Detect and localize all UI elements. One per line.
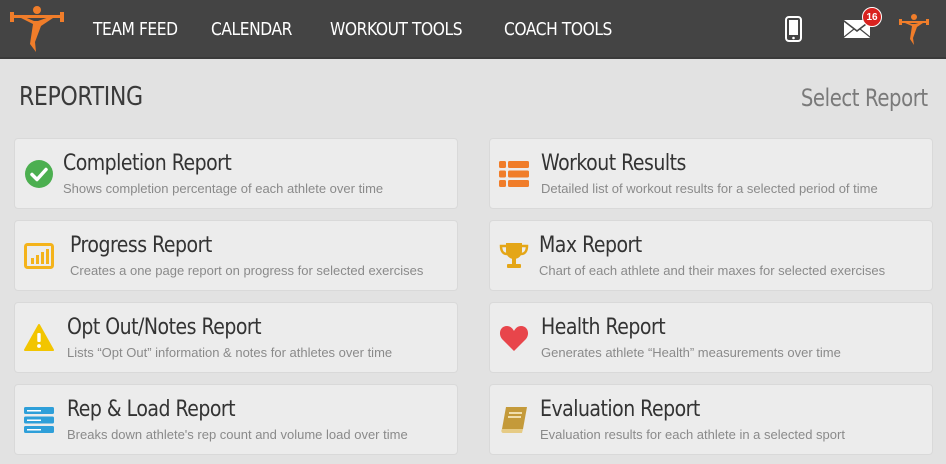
card-description: Detailed list of workout results for a s…: [541, 181, 878, 196]
mobile-phone-icon[interactable]: [785, 16, 802, 42]
nav-calendar[interactable]: CALENDAR: [211, 19, 292, 40]
card-description: Lists “Opt Out” information & notes for …: [67, 345, 393, 360]
completion-report-card[interactable]: Completion Report Shows completion perce…: [14, 138, 458, 209]
trophy-icon: [499, 243, 529, 268]
workout-results-card[interactable]: Workout Results Detailed list of workout…: [489, 138, 933, 209]
card-title: Opt Out/Notes Report: [67, 315, 262, 340]
card-title: Rep & Load Report: [67, 397, 236, 422]
opt-out-notes-report-card[interactable]: Opt Out/Notes Report Lists “Opt Out” inf…: [14, 302, 458, 373]
server-icon: [24, 407, 54, 433]
card-description: Creates a one page report on progress fo…: [70, 263, 424, 278]
card-title: Health Report: [541, 315, 666, 340]
bar-chart-icon: [24, 243, 54, 269]
card-title: Evaluation Report: [540, 397, 700, 422]
health-report-card[interactable]: Health Report Generates athlete “Health”…: [489, 302, 933, 373]
notification-badge: 16: [862, 7, 882, 27]
nav-workout-tools[interactable]: WORKOUT TOOLS: [330, 19, 463, 40]
nav-team-feed[interactable]: TEAM FEED: [93, 19, 178, 40]
card-description: Evaluation results for each athlete in a…: [540, 427, 845, 442]
card-title: Max Report: [539, 233, 642, 258]
main-nav: TEAM FEED CALENDAR WORKOUT TOOLS COACH T…: [93, 0, 670, 59]
warning-icon: [24, 324, 54, 351]
progress-report-card[interactable]: Progress Report Creates a one page repor…: [14, 220, 458, 291]
max-report-card[interactable]: Max Report Chart of each athlete and the…: [489, 220, 933, 291]
list-icon: [499, 161, 529, 187]
heart-icon: [499, 326, 529, 351]
check-circle-icon: [25, 160, 53, 188]
card-title: Completion Report: [63, 151, 232, 176]
evaluation-report-card[interactable]: Evaluation Report Evaluation results for…: [489, 384, 933, 455]
nav-coach-tools[interactable]: COACH TOOLS: [504, 19, 612, 40]
card-title: Progress Report: [70, 233, 212, 258]
book-icon: [501, 407, 527, 433]
card-description: Chart of each athlete and their maxes fo…: [539, 263, 886, 278]
card-description: Generates athlete “Health” measurements …: [541, 345, 841, 360]
card-description: Shows completion percentage of each athl…: [63, 181, 384, 196]
select-report-link[interactable]: Select Report: [801, 84, 928, 112]
card-title: Workout Results: [541, 151, 686, 176]
user-avatar-icon[interactable]: [897, 12, 931, 46]
card-description: Breaks down athlete's rep count and volu…: [67, 427, 408, 442]
page-title: REPORTING: [19, 82, 143, 112]
logo-icon[interactable]: [8, 4, 66, 54]
rep-load-report-card[interactable]: Rep & Load Report Breaks down athlete's …: [14, 384, 458, 455]
top-navigation-bar: TEAM FEED CALENDAR WORKOUT TOOLS COACH T…: [0, 0, 946, 59]
